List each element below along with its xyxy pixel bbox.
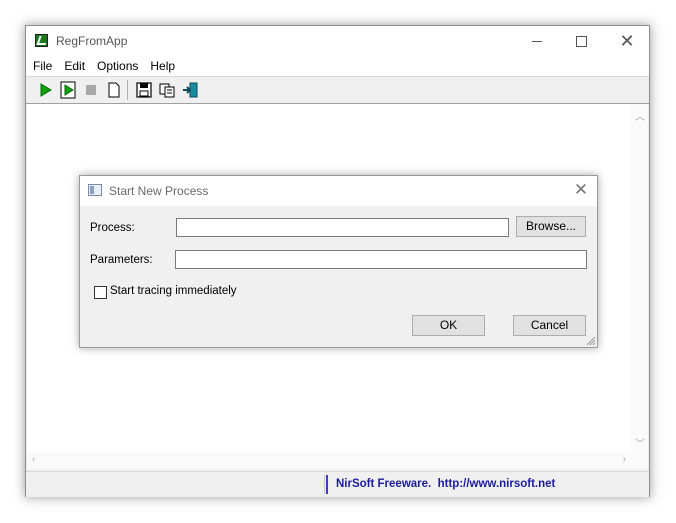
copy-icon: [159, 83, 175, 98]
process-label: Process:: [90, 222, 135, 234]
status-pane: [28, 475, 325, 494]
start-button[interactable]: [36, 81, 54, 99]
window-title: RegFromApp: [56, 34, 128, 48]
tracing-checkbox-label[interactable]: Start tracing immediately: [110, 285, 237, 297]
status-bar: NirSoft Freeware. http://www.nirsoft.net: [26, 471, 649, 497]
menu-help[interactable]: Help: [143, 59, 180, 73]
nirsoft-link[interactable]: NirSoft Freeware. http://www.nirsoft.net: [336, 478, 555, 490]
browse-button[interactable]: Browse...: [516, 216, 586, 237]
dialog-window-icon: [88, 184, 102, 196]
stop-button[interactable]: [82, 81, 100, 99]
copy-button[interactable]: [158, 81, 176, 99]
ok-button[interactable]: OK: [412, 315, 485, 336]
tracing-checkbox[interactable]: [94, 286, 107, 299]
dialog-title: Start New Process: [109, 184, 209, 198]
save-icon: [136, 82, 152, 98]
parameters-label: Parameters:: [90, 254, 153, 266]
save-button[interactable]: [135, 81, 153, 99]
scroll-left-icon[interactable]: ‹: [32, 454, 35, 465]
toolbar: [26, 76, 649, 104]
title-bar: RegFromApp ✕: [26, 26, 649, 56]
vertical-scrollbar[interactable]: ︿ ﹀: [631, 104, 648, 452]
maximize-button[interactable]: [558, 26, 604, 56]
dialog-title-bar: Start New Process ✕: [80, 176, 597, 206]
start-new-process-dialog: Start New Process ✕ Process: Browse... P…: [79, 175, 598, 348]
scroll-up-icon[interactable]: ︿: [635, 108, 645, 123]
app-icon: [35, 34, 48, 47]
dialog-close-icon[interactable]: ✕: [571, 180, 591, 200]
scroll-down-icon[interactable]: ﹀: [635, 435, 645, 450]
horizontal-scrollbar[interactable]: ‹ ›: [27, 452, 648, 469]
minimize-button[interactable]: [514, 26, 560, 56]
play-framed-icon: [60, 81, 76, 99]
maximize-icon: [575, 35, 587, 47]
cancel-button[interactable]: Cancel: [513, 315, 586, 336]
scroll-right-icon[interactable]: ›: [623, 454, 626, 465]
start-process-button[interactable]: [59, 81, 77, 99]
close-icon: ✕: [619, 31, 635, 51]
status-link-pane: NirSoft Freeware. http://www.nirsoft.net: [326, 475, 648, 494]
menu-options[interactable]: Options: [90, 59, 143, 73]
new-document-icon: [108, 82, 120, 98]
resize-grip-icon[interactable]: [586, 336, 596, 346]
process-input[interactable]: [176, 218, 509, 237]
exit-button[interactable]: [181, 81, 199, 99]
menu-file[interactable]: File: [26, 59, 57, 73]
toolbar-separator: [127, 80, 128, 100]
menu-bar: File Edit Options Help: [26, 56, 649, 76]
stop-icon: [86, 85, 96, 95]
menu-edit[interactable]: Edit: [57, 59, 90, 73]
minimize-icon: [532, 40, 542, 42]
new-button[interactable]: [105, 81, 123, 99]
parameters-input[interactable]: [175, 250, 587, 269]
play-icon: [40, 83, 52, 97]
close-button[interactable]: ✕: [604, 26, 650, 56]
exit-icon: [183, 82, 198, 98]
